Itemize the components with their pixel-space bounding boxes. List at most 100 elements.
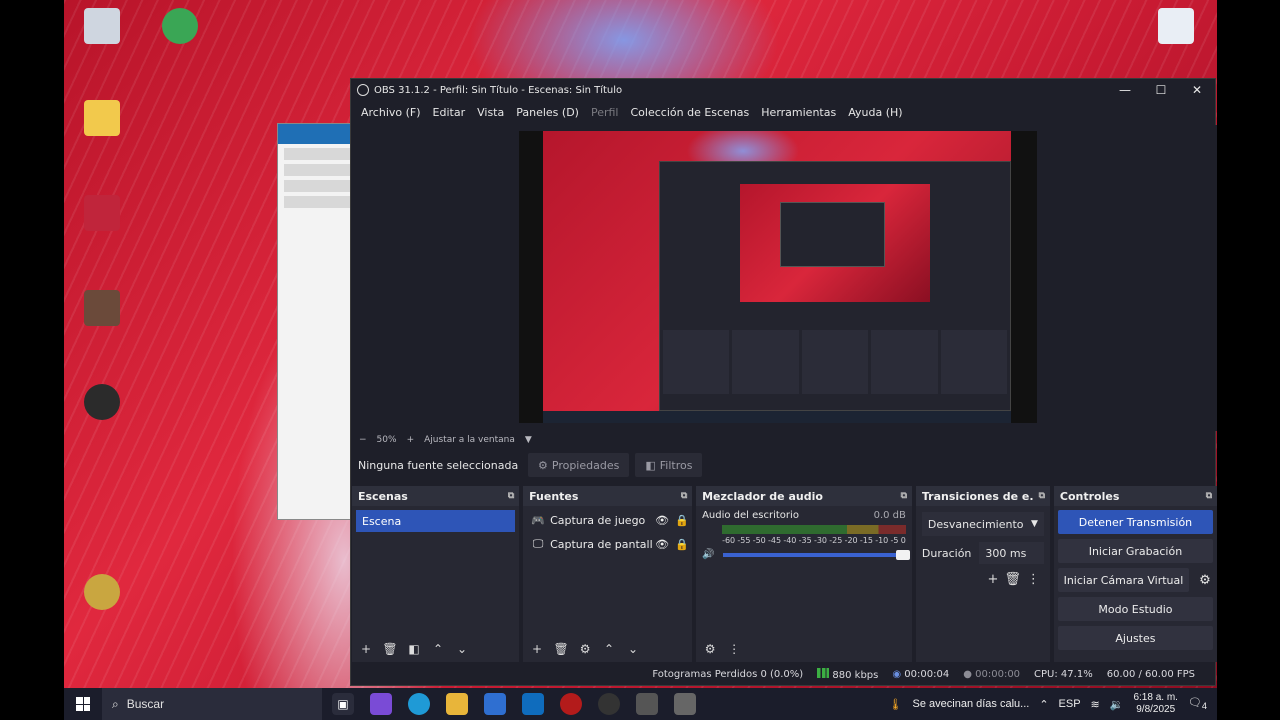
start-virtual-camera-button[interactable]: Iniciar Cámara Virtual xyxy=(1057,568,1189,592)
gear-icon[interactable]: ⚙ xyxy=(1193,573,1217,588)
media-icon[interactable] xyxy=(560,693,582,715)
zoom-dropdown-icon[interactable]: ▼ xyxy=(525,435,532,445)
desktop-icon-h[interactable] xyxy=(1138,8,1214,44)
volume-slider-handle[interactable] xyxy=(895,549,910,560)
menu-perfil[interactable]: Perfil xyxy=(585,106,625,119)
source-name: Captura de pantalla xyxy=(550,537,653,551)
app-icon[interactable] xyxy=(674,693,696,715)
undock-icon[interactable]: ⧉ xyxy=(896,491,912,501)
menu-herramientas[interactable]: Herramientas xyxy=(755,106,842,119)
desktop-icon-obs[interactable] xyxy=(64,384,140,420)
stream-icon: ◉ xyxy=(892,668,902,680)
store-icon[interactable] xyxy=(484,693,506,715)
chevron-up-icon[interactable]: ⌃ xyxy=(1039,698,1048,711)
app-icon[interactable] xyxy=(636,693,658,715)
minimize-button[interactable]: — xyxy=(1107,79,1143,101)
properties-button[interactable]: ⚙ Propiedades xyxy=(528,453,630,477)
more-icon[interactable]: ⋮ xyxy=(724,642,744,656)
transition-select[interactable]: Desvanecimiento ▼ xyxy=(921,512,1044,536)
menu-paneles[interactable]: Paneles (D) xyxy=(510,106,585,119)
add-icon[interactable]: + xyxy=(356,642,376,656)
cpu-usage: CPU: 47.1% xyxy=(1034,668,1093,680)
wifi-icon[interactable]: ≋ xyxy=(1091,698,1100,711)
start-recording-button[interactable]: Iniciar Grabación xyxy=(1057,539,1213,563)
menu-archivo[interactable]: Archivo (F) xyxy=(355,106,427,119)
chevron-down-icon[interactable]: ⌄ xyxy=(452,642,472,656)
settings-button[interactable]: Ajustes xyxy=(1057,626,1213,650)
edge-icon[interactable] xyxy=(408,693,430,715)
add-icon[interactable]: + xyxy=(527,642,547,656)
clock[interactable]: 6:18 a. m. 9/8/2025 xyxy=(1133,692,1177,716)
program-preview[interactable] xyxy=(519,131,1037,423)
task-view-icon[interactable]: ▣ xyxy=(332,693,354,715)
desktop-icon-recycle-bin[interactable] xyxy=(64,8,140,44)
copilot-icon[interactable] xyxy=(370,693,392,715)
nested-dock xyxy=(732,330,799,394)
background-window[interactable] xyxy=(277,123,357,520)
add-icon[interactable]: + xyxy=(987,572,998,587)
desktop-icon-photo[interactable] xyxy=(64,290,140,326)
start-button[interactable] xyxy=(64,697,102,711)
zoom-out-button[interactable]: − xyxy=(359,435,367,445)
undock-icon[interactable]: ⧉ xyxy=(676,491,692,501)
preview-nested-docks xyxy=(660,327,1010,397)
source-item[interactable]: 🎮 Captura de juego 👁 🔒 xyxy=(523,508,692,532)
taskbar-search[interactable]: ⌕ Buscar xyxy=(102,688,322,720)
valorant-icon xyxy=(84,195,120,231)
chevron-up-icon[interactable]: ⌃ xyxy=(599,642,619,656)
maximize-button[interactable]: ☐ xyxy=(1143,79,1179,101)
lang[interactable]: ESP xyxy=(1059,698,1081,710)
menu-editar[interactable]: Editar xyxy=(427,106,472,119)
gear-icon[interactable]: ⚙ xyxy=(700,642,720,656)
filters-button[interactable]: ◧ Filtros xyxy=(635,453,703,477)
eye-icon[interactable]: 👁 xyxy=(652,514,672,527)
undock-icon[interactable]: ⧉ xyxy=(1034,491,1050,501)
trash-icon[interactable]: 🗑 xyxy=(551,642,571,656)
obs-taskbar-icon[interactable] xyxy=(598,693,620,715)
menu-coleccion-escenas[interactable]: Colección de Escenas xyxy=(625,106,756,119)
taskbar-apps: ▣ xyxy=(332,693,696,715)
speaker-icon[interactable]: 🔊 xyxy=(702,549,714,560)
volume-icon[interactable]: 🔉 xyxy=(1110,698,1124,711)
studio-mode-button[interactable]: Modo Estudio xyxy=(1057,597,1213,621)
trash-icon[interactable]: 🗑 xyxy=(380,642,400,656)
mixer-channel: Audio del escritorio 0.0 dB -60 -55 -50 … xyxy=(696,506,912,564)
eye-icon[interactable]: 👁 xyxy=(652,538,672,551)
weather-icon[interactable]: 🌡 xyxy=(889,698,903,711)
scene-item[interactable]: Escena xyxy=(356,510,516,532)
filters-label: Filtros xyxy=(659,458,693,472)
stop-streaming-button[interactable]: Detener Transmisión xyxy=(1057,510,1213,534)
lock-icon[interactable]: 🔒 xyxy=(672,514,692,527)
zoom-in-button[interactable]: + xyxy=(407,435,415,445)
source-item[interactable]: 🖵 Captura de pantalla 👁 🔒 xyxy=(523,532,692,556)
desktop-icon-league[interactable] xyxy=(64,574,140,610)
desktop-icon-app[interactable] xyxy=(142,8,218,44)
more-icon[interactable]: ⋮ xyxy=(1027,572,1040,587)
menu-vista[interactable]: Vista xyxy=(471,106,510,119)
nested-dock xyxy=(940,330,1008,394)
undock-icon[interactable]: ⧉ xyxy=(503,491,519,501)
title-bar[interactable]: OBS 31.1.2 - Perfil: Sin Título - Escena… xyxy=(351,79,1215,101)
scenes-dock: Escenas ⧉ Escena + 🗑 ◧ ⌃ ⌄ xyxy=(352,486,520,662)
notification-icon[interactable]: 🗨4 xyxy=(1188,696,1207,711)
transition-value: Desvanecimiento xyxy=(927,517,1024,531)
fit-to-window-button[interactable]: Ajustar a la ventana xyxy=(424,435,515,445)
undock-icon[interactable]: ⧉ xyxy=(1201,491,1217,501)
desktop-icon-valorant[interactable] xyxy=(64,195,140,231)
duration-input[interactable]: 300 ms xyxy=(979,542,1044,564)
chevron-up-icon[interactable]: ⌃ xyxy=(428,642,448,656)
lock-icon[interactable]: 🔒 xyxy=(672,538,692,551)
desktop-icon-folder[interactable] xyxy=(64,100,140,136)
chevron-down-icon[interactable]: ⌄ xyxy=(623,642,643,656)
volume-row: 🔊 xyxy=(702,549,910,560)
gear-icon[interactable]: ⚙ xyxy=(575,642,595,656)
volume-slider[interactable] xyxy=(722,549,910,560)
trash-icon[interactable]: 🗑 xyxy=(1004,572,1021,587)
weather-text[interactable]: Se avecinan días calu... xyxy=(913,698,1030,710)
file-explorer-icon[interactable] xyxy=(446,693,468,715)
outlook-icon[interactable] xyxy=(522,693,544,715)
meter-tick: -45 xyxy=(768,536,782,545)
close-button[interactable]: ✕ xyxy=(1179,79,1215,101)
menu-ayuda[interactable]: Ayuda (H) xyxy=(842,106,908,119)
filter-icon[interactable]: ◧ xyxy=(404,642,424,656)
